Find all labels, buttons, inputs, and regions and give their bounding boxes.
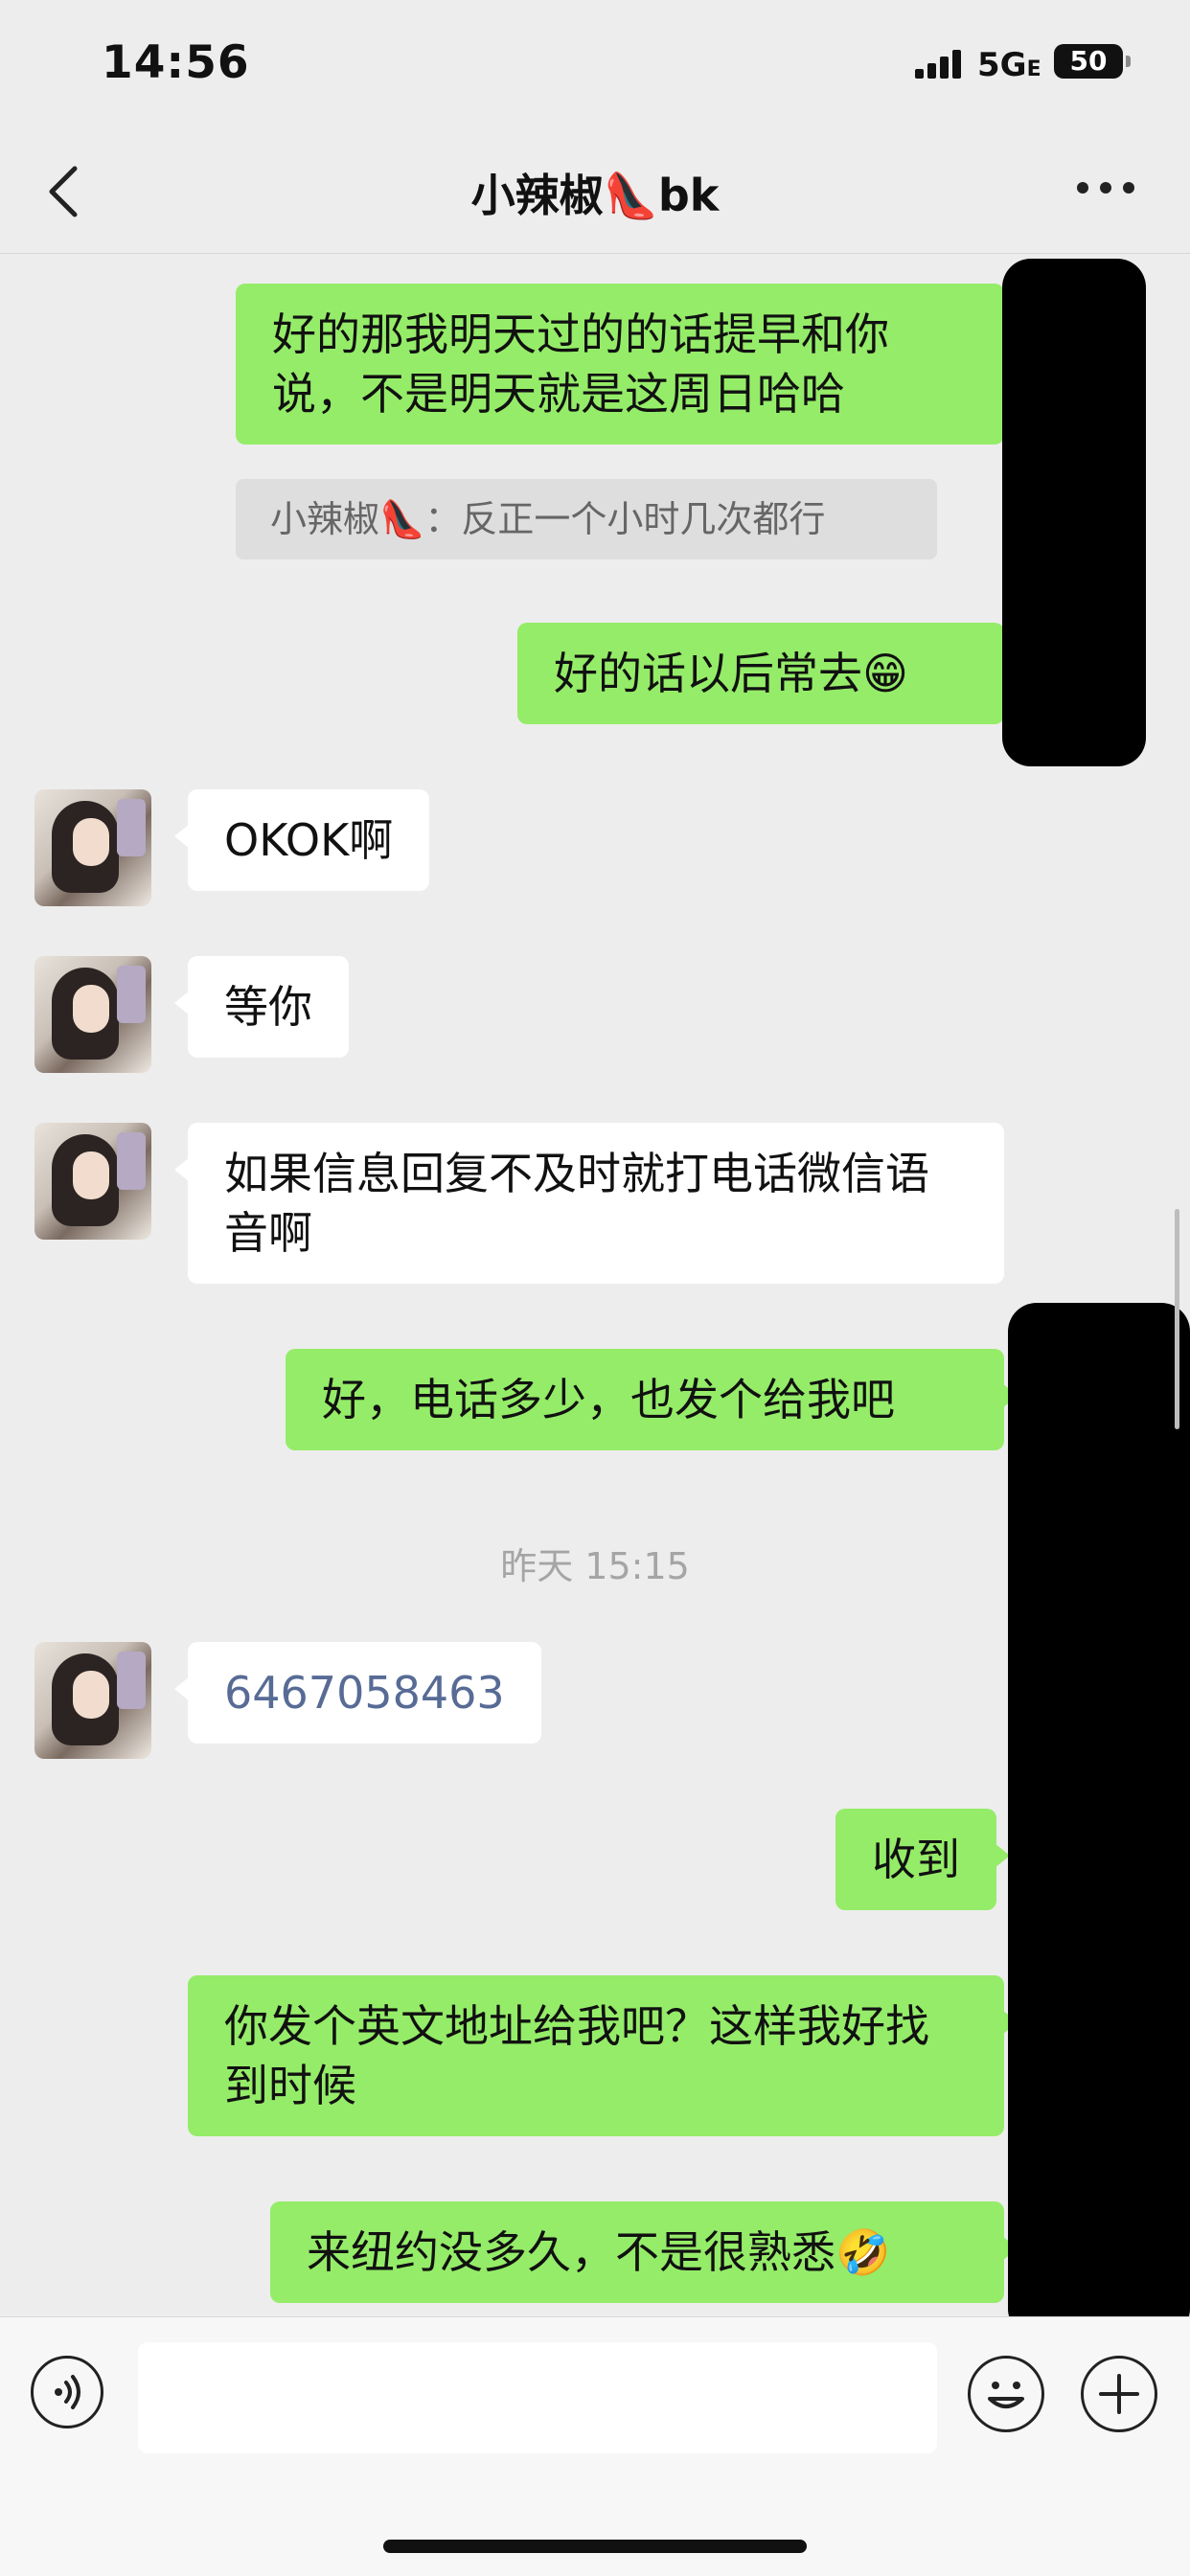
message-bubble-incoming[interactable]: 如果信息回复不及时就打电话微信语音啊: [174, 1123, 1004, 1284]
avatar[interactable]: [34, 1642, 151, 1759]
message-list[interactable]: 好的那我明天过的的话提早和你说，不是明天就是这周日哈哈 小辣椒👠：反正一个小时几…: [0, 253, 1190, 2316]
message-bubble-outgoing[interactable]: 你发个英文地址给我吧？这样我好找到时候: [188, 1975, 1018, 2136]
avatar[interactable]: [34, 956, 151, 1073]
message-bubble-incoming[interactable]: OKOK啊: [173, 789, 430, 891]
message-bubble-incoming[interactable]: 等你: [174, 956, 349, 1058]
redacted-avatar: [1002, 259, 1146, 766]
home-indicator[interactable]: [383, 2540, 807, 2553]
message-bubble-outgoing[interactable]: 来纽约没多久，不是很熟悉🤣: [270, 2201, 1018, 2303]
plus-icon[interactable]: [1081, 2356, 1157, 2432]
quoted-message[interactable]: 小辣椒👠：反正一个小时几次都行: [236, 479, 937, 559]
battery-icon: 50: [1054, 44, 1131, 79]
message-bubble-outgoing[interactable]: 好的话以后常去😁: [517, 623, 1018, 724]
voice-icon[interactable]: [31, 2356, 103, 2428]
avatar[interactable]: [34, 789, 151, 906]
network-type: 5G: [977, 46, 1027, 84]
signal-icon: [915, 50, 965, 79]
emoji-icon[interactable]: [968, 2356, 1044, 2432]
message-bubble-outgoing[interactable]: 收到: [835, 1809, 1010, 1910]
input-bar: [0, 2316, 1190, 2576]
message-input[interactable]: [138, 2342, 937, 2453]
scrollbar[interactable]: [1175, 1209, 1179, 1429]
chat-title: 小辣椒👠bk: [470, 170, 720, 221]
redacted-avatar: [1008, 1303, 1190, 2316]
message-bubble-outgoing[interactable]: 好，电话多少，也发个给我吧: [286, 1349, 1018, 1450]
status-time: 14:56: [102, 36, 250, 89]
network-suffix: E: [1026, 57, 1041, 81]
ellipsis-icon[interactable]: [1077, 182, 1134, 197]
avatar[interactable]: [34, 1123, 151, 1240]
message-bubble-outgoing[interactable]: 好的那我明天过的的话提早和你说，不是明天就是这周日哈哈: [236, 284, 1018, 445]
chat-header: 小辣椒👠bk: [0, 125, 1190, 254]
status-bar: 14:56 5GE 50: [0, 0, 1190, 125]
phone-number-link[interactable]: 6467058463: [174, 1642, 541, 1744]
network-indicator: 5GE: [977, 46, 1041, 84]
